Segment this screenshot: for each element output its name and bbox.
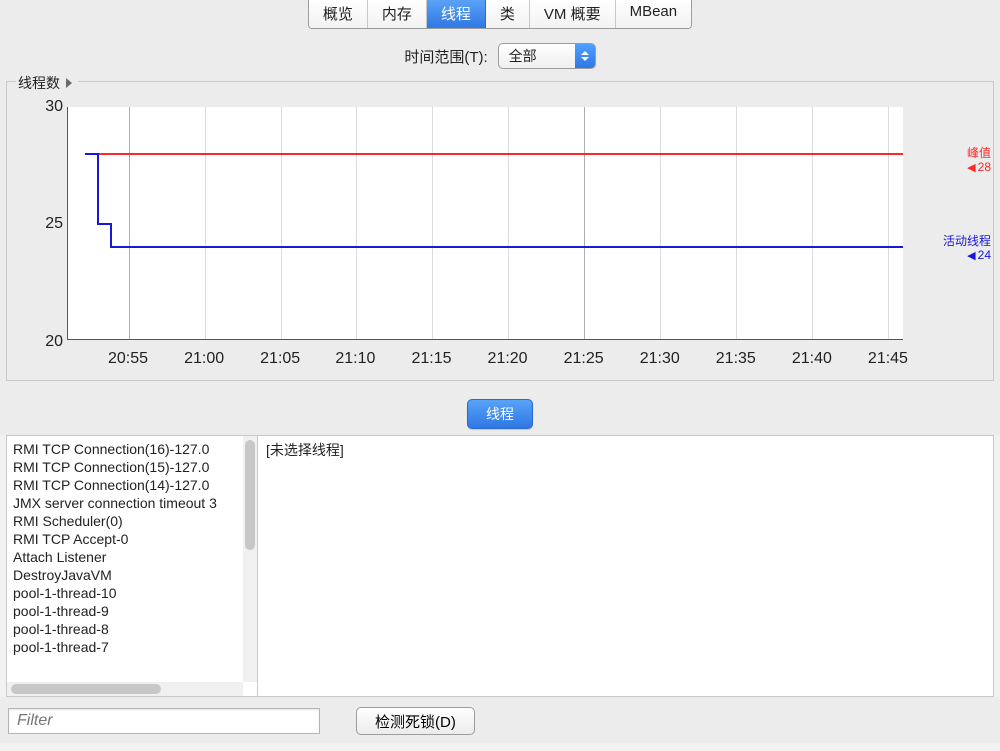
legend-active-value: 24 <box>978 248 991 262</box>
series-active-seg <box>97 153 99 223</box>
legend-active: 活动线程 ◀24 <box>913 234 991 264</box>
main-tabs: 概览 内存 线程 类 VM 概要 MBean <box>308 0 692 29</box>
x-tick: 21:30 <box>640 350 680 368</box>
thread-item[interactable]: RMI TCP Connection(15)-127.0 <box>11 458 257 476</box>
thread-item[interactable]: JMX server connection timeout 3 <box>11 494 257 512</box>
thread-item[interactable]: DestroyJavaVM <box>11 566 257 584</box>
tab-threads[interactable]: 线程 <box>427 0 486 28</box>
tab-mbean[interactable]: MBean <box>616 0 692 28</box>
tab-overview[interactable]: 概览 <box>309 0 368 28</box>
x-tick: 21:25 <box>564 350 604 368</box>
x-tick: 21:20 <box>488 350 528 368</box>
thread-item[interactable]: pool-1-thread-9 <box>11 602 257 620</box>
main-tabs-bar: 概览 内存 线程 类 VM 概要 MBean <box>0 0 1000 29</box>
legend-peak-name: 峰值 <box>967 146 991 160</box>
filter-input[interactable] <box>8 708 320 734</box>
thread-item[interactable]: RMI TCP Connection(14)-127.0 <box>11 476 257 494</box>
thread-detail: [未选择线程] <box>258 436 993 696</box>
series-peak-line <box>85 153 903 155</box>
series-active-seg <box>110 246 903 248</box>
tab-vm-summary[interactable]: VM 概要 <box>530 0 616 28</box>
thread-list[interactable]: RMI TCP Connection(16)-127.0 RMI TCP Con… <box>7 436 257 696</box>
series-active-seg <box>85 153 98 155</box>
thread-item[interactable]: Attach Listener <box>11 548 257 566</box>
series-active-seg <box>97 223 110 225</box>
time-range-select[interactable]: 全部 <box>498 43 596 69</box>
thread-item[interactable]: RMI TCP Connection(16)-127.0 <box>11 440 257 458</box>
x-tick: 20:55 <box>108 350 148 368</box>
bottom-bar: 检测死锁(D) <box>0 697 1000 743</box>
tab-memory[interactable]: 内存 <box>368 0 427 28</box>
x-tick: 21:00 <box>184 350 224 368</box>
x-tick: 21:40 <box>792 350 832 368</box>
y-tick: 20 <box>37 333 63 351</box>
thread-item[interactable]: pool-1-thread-10 <box>11 584 257 602</box>
series-active-seg <box>110 223 112 246</box>
thread-item[interactable]: pool-1-thread-7 <box>11 638 257 656</box>
chart-title-text: 线程数 <box>18 73 60 93</box>
x-tick: 21:45 <box>868 350 908 368</box>
legend-active-name: 活动线程 <box>943 234 991 248</box>
scrollbar-vertical[interactable] <box>243 436 257 682</box>
y-tick: 30 <box>37 98 63 116</box>
time-range-label: 时间范围(T): <box>404 46 487 67</box>
scrollbar-horizontal[interactable] <box>7 682 243 696</box>
x-tick: 21:35 <box>716 350 756 368</box>
chart-frame: 30 25 20 峰值 ◀28 <box>6 81 994 381</box>
time-range-value: 全部 <box>499 46 575 66</box>
x-tick: 21:05 <box>260 350 300 368</box>
threads-button[interactable]: 线程 <box>467 399 533 429</box>
detect-deadlock-button[interactable]: 检测死锁(D) <box>356 707 475 735</box>
y-tick: 25 <box>37 215 63 233</box>
x-tick: 21:15 <box>411 350 451 368</box>
thread-item[interactable]: pool-1-thread-8 <box>11 620 257 638</box>
mid-button-row: 线程 <box>0 393 1000 435</box>
legend-peak: 峰值 ◀28 <box>913 146 991 176</box>
chevron-updown-icon <box>575 44 595 68</box>
thread-list-wrap: RMI TCP Connection(16)-127.0 RMI TCP Con… <box>7 436 258 696</box>
chevron-right-icon <box>66 78 72 88</box>
legend-peak-value: 28 <box>978 160 991 174</box>
thread-item[interactable]: RMI TCP Accept-0 <box>11 530 257 548</box>
triangle-left-icon: ◀ <box>967 162 975 174</box>
thread-item[interactable]: RMI Scheduler(0) <box>11 512 257 530</box>
threads-panel: RMI TCP Connection(16)-127.0 RMI TCP Con… <box>6 435 994 697</box>
chart-title[interactable]: 线程数 <box>16 73 78 93</box>
time-range-row: 时间范围(T): 全部 <box>0 29 1000 81</box>
plot-area <box>67 107 903 340</box>
x-tick: 21:10 <box>335 350 375 368</box>
tab-classes[interactable]: 类 <box>486 0 530 28</box>
chart-section: 线程数 30 25 20 <box>0 81 1000 393</box>
thread-detail-placeholder: [未选择线程] <box>266 442 344 458</box>
triangle-left-icon: ◀ <box>967 250 975 262</box>
